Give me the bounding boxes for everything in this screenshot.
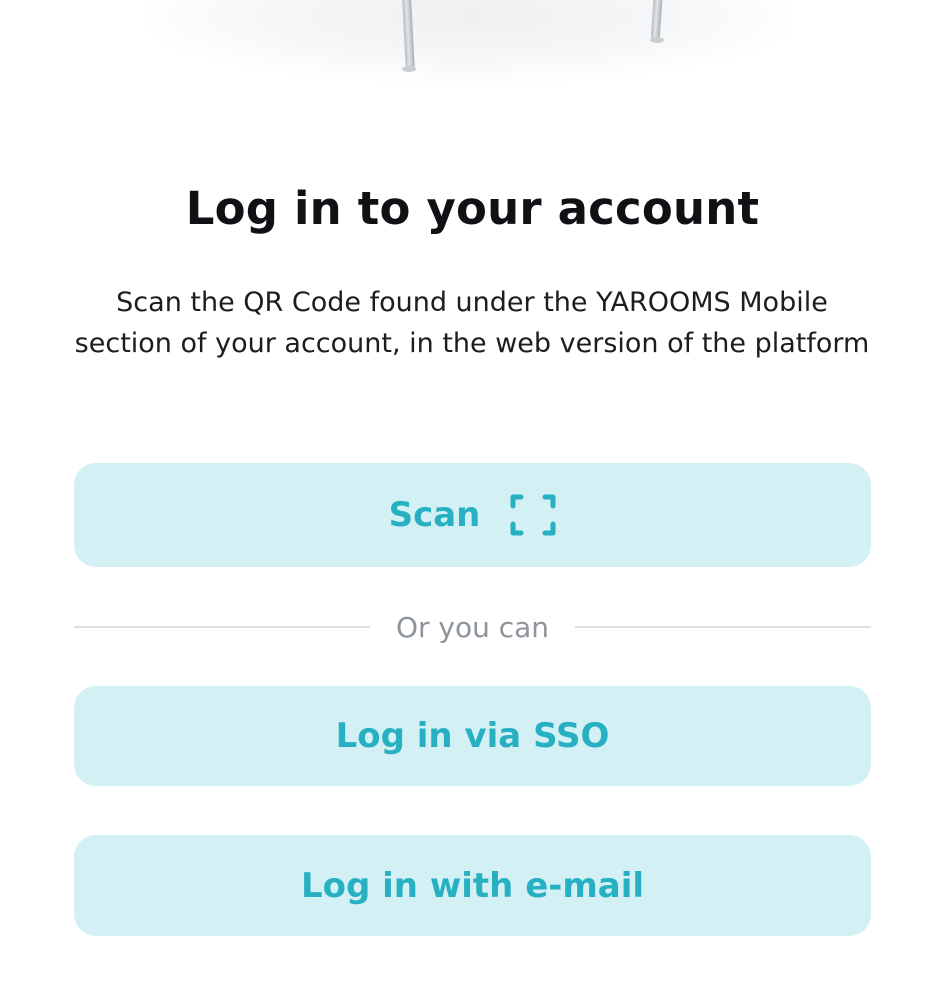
login-instructions: Scan the QR Code found under the YAROOMS… <box>74 287 870 359</box>
email-login-button[interactable]: Log in with e-mail <box>74 835 871 936</box>
scan-button-label: Scan <box>388 495 481 535</box>
chair-foot <box>650 37 664 43</box>
sso-login-button[interactable]: Log in via SSO <box>74 686 871 786</box>
sso-login-button-label: Log in via SSO <box>335 716 610 756</box>
or-divider: Or you can <box>74 605 872 649</box>
chair-illustration <box>0 0 945 95</box>
divider-text: Or you can <box>395 610 550 644</box>
divider-line-right <box>575 626 872 628</box>
divider-line-left <box>74 626 370 628</box>
scan-button[interactable]: Scan <box>74 463 871 567</box>
login-screen: Log in to your account Scan the QR Code … <box>0 0 945 998</box>
email-login-button-label: Log in with e-mail <box>300 865 645 906</box>
qr-scan-frame-icon <box>510 493 556 537</box>
chair-foot <box>402 66 416 72</box>
page-title: Log in to your account <box>185 182 760 235</box>
floor-shadow <box>150 0 790 82</box>
